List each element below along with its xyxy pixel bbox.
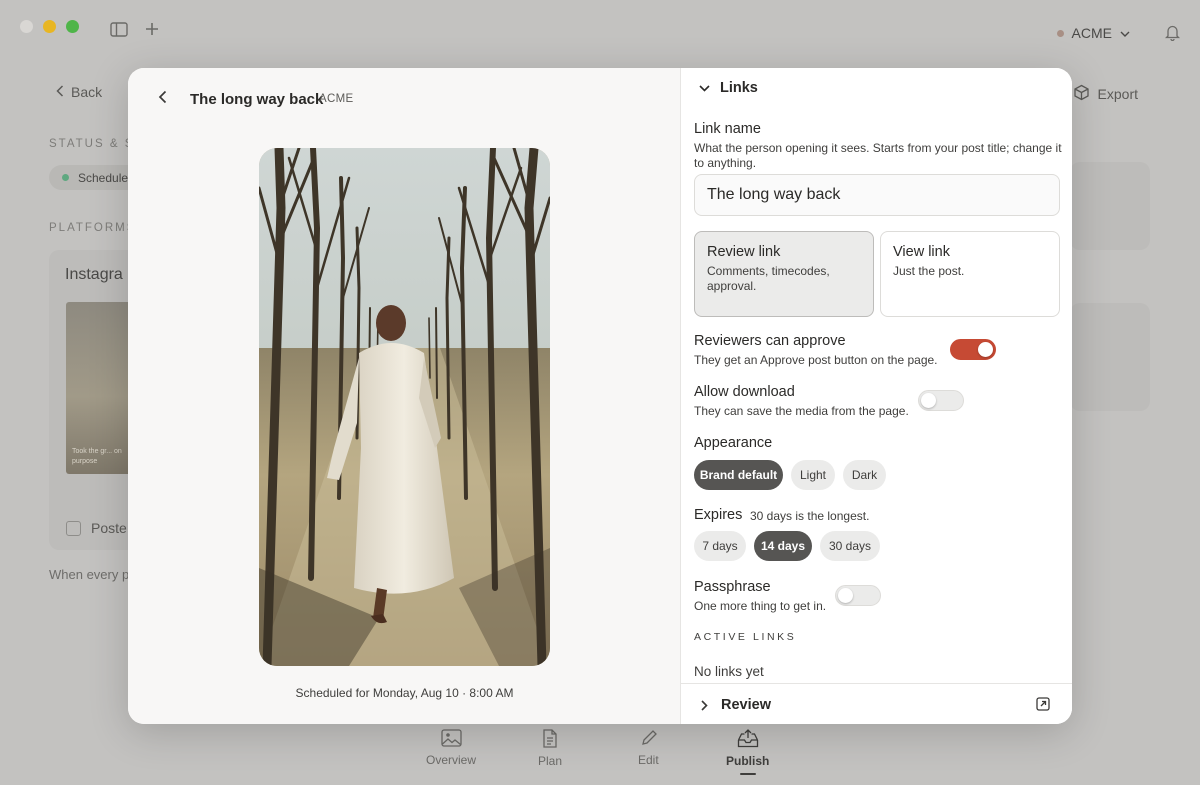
posted-checkbox-row[interactable]: Poste: [66, 520, 127, 536]
nav-publish[interactable]: Publish: [726, 729, 769, 775]
modal-brand: ACME: [319, 93, 354, 105]
appearance-brand-default-pill[interactable]: Brand default: [694, 460, 783, 490]
chevron-right-icon: [701, 698, 708, 716]
link-name-input[interactable]: The long way back: [694, 174, 1060, 216]
expires-label: Expires: [694, 507, 743, 523]
workspace-dot: [1056, 29, 1064, 37]
right-card: [1070, 162, 1150, 250]
passphrase-label: Passphrase: [694, 579, 771, 595]
chevron-left-icon: [56, 84, 64, 100]
reviewers-approve-label: Reviewers can approve: [694, 333, 846, 349]
option-title: Review link: [707, 244, 781, 260]
link-name-help: What the person opening it sees. Starts …: [694, 141, 1062, 170]
reviewers-approve-toggle[interactable]: [950, 339, 996, 360]
window-minimize-button[interactable]: [43, 20, 56, 33]
bell-icon[interactable]: [1164, 24, 1181, 46]
posted-checkbox[interactable]: [66, 520, 81, 536]
review-link-option[interactable]: Review link Comments, timecodes, approva…: [694, 231, 874, 317]
reviewers-approve-help: They get an Approve post button on the p…: [694, 353, 938, 367]
modal-title: The long way back: [190, 91, 324, 108]
expires-30-days-pill[interactable]: 30 days: [820, 531, 880, 561]
nav-overview[interactable]: Overview: [426, 729, 476, 767]
cube-icon: [1073, 84, 1090, 104]
bottom-nav: Overview Plan Edit Publish: [0, 722, 1200, 785]
toggle-knob: [838, 588, 853, 603]
platform-card-title: Instagra: [65, 266, 123, 283]
passphrase-help: One more thing to get in.: [694, 599, 827, 613]
allow-download-label: Allow download: [694, 384, 795, 400]
sidebar-toggle-icon[interactable]: [110, 22, 128, 42]
nav-plan[interactable]: Plan: [538, 729, 562, 768]
thumbnail-caption: Took the gr... on purpose: [72, 448, 122, 465]
image-icon: [440, 729, 462, 750]
option-title: View link: [893, 244, 950, 260]
expires-7-days-pill[interactable]: 7 days: [694, 531, 746, 561]
passphrase-toggle[interactable]: [835, 585, 881, 606]
back-label: Back: [71, 84, 103, 100]
export-label: Export: [1097, 86, 1138, 102]
nav-label: Publish: [726, 754, 770, 768]
right-card: [1070, 303, 1150, 411]
document-icon: [542, 729, 558, 751]
appearance-dark-pill[interactable]: Dark: [843, 460, 886, 490]
option-desc: Comments, timecodes, approval.: [707, 264, 830, 293]
titlebar: ACME: [0, 0, 1200, 66]
platforms-section-label: PLATFORMS: [49, 222, 137, 234]
toggle-knob: [978, 342, 993, 357]
chevron-down-icon: [699, 80, 710, 96]
expires-note: 30 days is the longest.: [750, 509, 870, 523]
nav-edit[interactable]: Edit: [638, 729, 659, 767]
appearance-light-pill[interactable]: Light: [791, 460, 835, 490]
workspace-switcher[interactable]: ACME: [1056, 25, 1130, 41]
expires-14-days-pill[interactable]: 14 days: [754, 531, 812, 561]
links-section-title: Links: [720, 80, 758, 96]
appearance-label: Appearance: [694, 435, 773, 451]
active-links-empty: No links yet: [694, 664, 764, 679]
schedule-text: Scheduled for Monday, Aug 10 · 8:00 AM: [295, 686, 514, 700]
footnote-text: When every p: [49, 567, 130, 582]
nav-label: Overview: [426, 753, 477, 767]
toggle-knob: [921, 393, 936, 408]
link-name-label: Link name: [694, 121, 761, 137]
view-link-option[interactable]: View link Just the post.: [880, 231, 1060, 317]
workspace-name: ACME: [1071, 25, 1112, 41]
option-desc: Just the post.: [893, 264, 965, 278]
export-button[interactable]: Export: [1073, 84, 1138, 104]
allow-download-toggle[interactable]: [918, 390, 964, 411]
review-section-header[interactable]: Review: [681, 683, 1072, 724]
nav-label: Plan: [538, 754, 563, 768]
window-close-button[interactable]: [20, 20, 33, 33]
window-maximize-button[interactable]: [66, 20, 79, 33]
nav-label: Edit: [638, 753, 659, 767]
posted-label: Poste: [91, 520, 127, 536]
post-preview-image: [259, 148, 550, 666]
chevron-left-icon[interactable]: [158, 90, 167, 109]
back-button[interactable]: Back: [56, 84, 102, 100]
open-external-icon[interactable]: [1036, 697, 1050, 716]
chevron-down-icon: [1120, 25, 1130, 41]
active-links-label: ACTIVE LINKS: [694, 631, 797, 643]
nav-active-indicator: [739, 773, 756, 775]
links-section-header[interactable]: Links: [699, 80, 758, 96]
links-settings-panel: Links Link name What the person opening …: [681, 68, 1072, 724]
pencil-icon: [640, 729, 657, 750]
upload-tray-icon: [737, 729, 759, 751]
preview-pane: The long way back ACME Scheduled for Mon…: [128, 68, 681, 724]
review-section-title: Review: [721, 697, 771, 713]
allow-download-help: They can save the media from the page.: [694, 404, 909, 418]
new-tab-plus-icon[interactable]: [145, 22, 159, 41]
share-modal: The long way back ACME Scheduled for Mon…: [128, 68, 1072, 724]
